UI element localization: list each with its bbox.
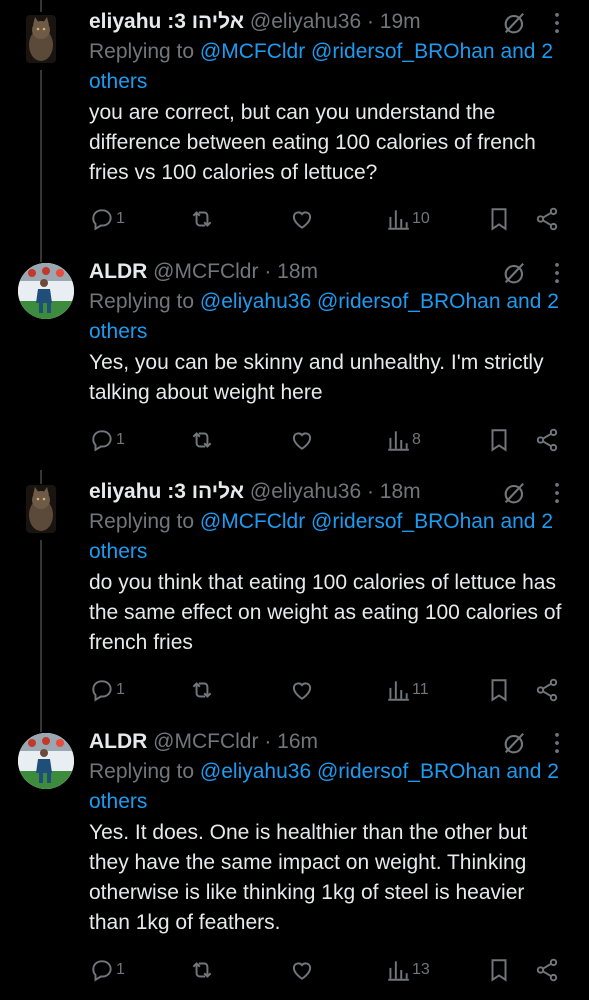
retweet-button[interactable]: [189, 425, 215, 455]
replying-to: Replying to @eliyahu36 @ridersof_BROhan …: [89, 287, 571, 347]
replying-label: Replying to: [89, 290, 195, 313]
views-button[interactable]: 13: [385, 955, 430, 985]
display-name[interactable]: ALDR: [89, 730, 147, 753]
more-icon[interactable]: [543, 479, 571, 507]
views-button[interactable]: 10: [385, 204, 430, 234]
like-icon: [292, 682, 312, 700]
views-icon: [388, 681, 409, 701]
reply-count: 1: [116, 681, 125, 698]
reply-icon: [92, 430, 112, 452]
share-button[interactable]: [534, 675, 560, 705]
grok-icon[interactable]: [501, 259, 529, 287]
share-button[interactable]: [534, 425, 560, 455]
tweet-text: Yes. It does. One is healthier than the …: [89, 821, 528, 934]
like-icon: [292, 211, 312, 229]
like-button[interactable]: [289, 955, 315, 985]
bookmark-icon: [491, 959, 507, 982]
reply-count: 1: [116, 210, 125, 227]
action-bar: 1 8: [0, 425, 589, 455]
view-count: 11: [412, 681, 429, 698]
more-icon[interactable]: [543, 259, 571, 287]
handle-and-time[interactable]: @eliyahu36 · 19m: [250, 10, 421, 33]
views-button[interactable]: 8: [385, 425, 421, 455]
retweet-button[interactable]: [189, 675, 215, 705]
share-icon: [536, 678, 558, 702]
reply-button[interactable]: 1: [89, 955, 125, 985]
display-name[interactable]: eliyahu :3 אליהו: [89, 480, 244, 503]
bookmark-button[interactable]: [486, 955, 512, 985]
tweet-header: ALDR @MCFCldr · 16m: [89, 727, 571, 757]
bookmark-icon: [491, 679, 507, 702]
action-bar: 1 10: [0, 204, 589, 234]
retweet-button[interactable]: [189, 204, 215, 234]
tweet-text: Yes, you can be skinny and unhealthy. I'…: [89, 351, 544, 404]
replying-to: Replying to @MCFCldr @ridersof_BROhan an…: [89, 507, 571, 567]
reply-icon: [92, 960, 112, 982]
avatar[interactable]: [26, 485, 56, 533]
tweet-text: you are correct, but can you understand …: [89, 101, 536, 184]
replying-to: Replying to @MCFCldr @ridersof_BROhan an…: [89, 37, 571, 97]
views-button[interactable]: 11: [385, 675, 429, 705]
action-bar: 1 13: [0, 955, 589, 985]
share-icon: [536, 207, 558, 231]
retweet-icon: [192, 211, 212, 227]
view-count: 10: [412, 210, 430, 227]
action-bar: 1 11: [0, 675, 589, 705]
reply-icon: [92, 680, 112, 702]
view-count: 8: [412, 431, 421, 448]
reply-button[interactable]: 1: [89, 425, 125, 455]
replying-label: Replying to: [89, 760, 195, 783]
bookmark-icon: [491, 429, 507, 452]
like-button[interactable]: [289, 675, 315, 705]
bookmark-button[interactable]: [486, 675, 512, 705]
retweet-icon: [192, 432, 212, 448]
tweet-header: eliyahu :3 אליהו @eliyahu36 · 19m: [89, 7, 571, 37]
thread-line: [40, 0, 42, 12]
bookmark-button[interactable]: [486, 425, 512, 455]
like-icon: [292, 962, 312, 980]
more-icon[interactable]: [543, 729, 571, 757]
reply-icon: [92, 209, 112, 231]
display-name[interactable]: eliyahu :3 אליהו: [89, 10, 244, 33]
reply-count: 1: [116, 961, 125, 978]
share-icon: [536, 958, 558, 982]
avatar[interactable]: [18, 733, 74, 789]
handle-and-time[interactable]: @MCFCldr · 18m: [153, 260, 318, 283]
view-count: 13: [412, 961, 430, 978]
views-icon: [388, 961, 409, 981]
grok-icon[interactable]: [501, 729, 529, 757]
retweet-icon: [192, 962, 212, 978]
handle-and-time[interactable]: @MCFCldr · 16m: [153, 730, 318, 753]
display-name[interactable]: ALDR: [89, 260, 147, 283]
retweet-icon: [192, 682, 212, 698]
reply-count: 1: [116, 431, 125, 448]
reply-button[interactable]: 1: [89, 204, 125, 234]
more-icon[interactable]: [543, 9, 571, 37]
retweet-button[interactable]: [189, 955, 215, 985]
thread-line: [40, 470, 42, 484]
bookmark-icon: [491, 208, 507, 231]
grok-icon[interactable]: [501, 479, 529, 507]
tweet-text: do you think that eating 100 calories of…: [89, 571, 562, 654]
replying-label: Replying to: [89, 40, 195, 63]
like-button[interactable]: [289, 204, 315, 234]
tweet-header: ALDR @MCFCldr · 18m: [89, 257, 571, 287]
share-button[interactable]: [534, 955, 560, 985]
avatar[interactable]: [18, 263, 74, 319]
avatar[interactable]: [26, 15, 56, 63]
like-button[interactable]: [289, 425, 315, 455]
like-icon: [292, 432, 312, 450]
tweet-header: eliyahu :3 אליהו @eliyahu36 · 18m: [89, 477, 571, 507]
views-icon: [388, 431, 409, 451]
share-button[interactable]: [534, 204, 560, 234]
views-icon: [388, 210, 409, 230]
replying-to: Replying to @eliyahu36 @ridersof_BROhan …: [89, 757, 571, 817]
bookmark-button[interactable]: [486, 204, 512, 234]
grok-icon[interactable]: [501, 9, 529, 37]
replying-label: Replying to: [89, 510, 195, 533]
share-icon: [536, 428, 558, 452]
handle-and-time[interactable]: @eliyahu36 · 18m: [250, 480, 421, 503]
reply-button[interactable]: 1: [89, 675, 125, 705]
